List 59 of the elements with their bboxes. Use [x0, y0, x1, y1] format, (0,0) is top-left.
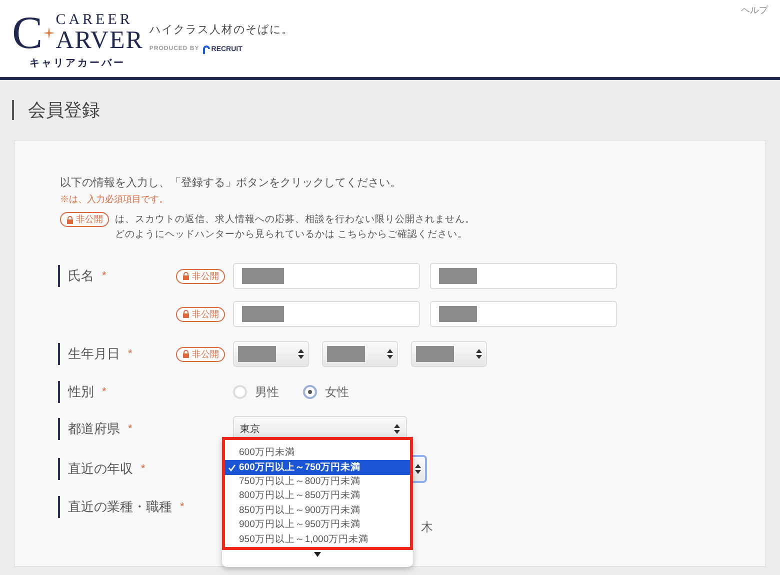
field-label: 直近の年収 — [68, 460, 133, 478]
updown-arrows-icon — [476, 349, 482, 359]
updown-arrows-icon — [298, 349, 304, 359]
page-title: 会員登録 — [12, 100, 100, 120]
compass-star-icon — [42, 27, 55, 39]
field-label: 直近の業種・職種 — [68, 498, 172, 516]
dropdown-option[interactable]: 750万円以上～800万円未満 — [225, 474, 410, 490]
select-field[interactable] — [322, 341, 398, 367]
dropdown-option[interactable]: 950万円以上～1,000万円未満 — [225, 532, 410, 547]
arch-icon — [203, 45, 210, 54]
required-mark: * — [102, 268, 106, 284]
required-mark: * — [128, 346, 132, 362]
help-link[interactable]: ヘルプ — [741, 4, 768, 77]
required-mark: * — [141, 462, 146, 477]
logo-top-text: CAREER — [56, 13, 134, 28]
lock-icon — [182, 310, 190, 318]
lock-icon — [182, 350, 190, 358]
field-label: 性別 — [68, 383, 94, 402]
private-badge: 非公開 — [60, 212, 109, 227]
private-badge: 非公開 — [176, 346, 225, 362]
lock-icon — [182, 272, 190, 280]
check-icon — [228, 464, 236, 472]
dropdown-option[interactable]: 600万円未満 — [225, 446, 410, 460]
private-badge: 非公開 — [176, 306, 225, 322]
required-note: ※は、入力必須項目です。 — [60, 192, 169, 206]
radio-label: 男性 — [255, 384, 279, 401]
option-label: 木 — [421, 519, 433, 536]
text-input-field[interactable] — [430, 263, 617, 289]
logo-main-text: ARVER — [56, 28, 144, 53]
private-badge: 非公開 — [176, 268, 225, 284]
updown-arrows-icon — [387, 349, 393, 359]
required-mark: * — [180, 500, 184, 515]
radio-label: 女性 — [325, 384, 349, 401]
field-label: 生年月日 — [68, 345, 120, 364]
text-input-field[interactable] — [233, 301, 420, 327]
dropdown-option[interactable]: 600万円以上～750万円未満 — [225, 460, 410, 475]
lock-icon — [66, 216, 74, 224]
dropdown-option[interactable]: 850万円以上～900万円未満 — [225, 504, 410, 518]
select-field[interactable] — [233, 341, 309, 367]
required-mark: * — [102, 384, 106, 400]
radio-button[interactable] — [303, 385, 317, 399]
select-field[interactable] — [411, 341, 487, 367]
instruction-text: 以下の情報を入力し、「登録する」ボタンをクリックしてください。 — [60, 176, 402, 191]
text-input-field[interactable] — [233, 263, 420, 289]
dropdown-option[interactable]: 900万円以上～950万円未満 — [225, 518, 410, 533]
logo-initial: C — [12, 10, 43, 56]
updown-arrows-icon — [415, 464, 421, 474]
privacy-note: どのようにヘッドハンターから見られているかは こちらからご確認ください。 — [115, 228, 469, 242]
tagline: ハイクラス人材のそばに。 — [149, 23, 294, 38]
required-mark: * — [128, 422, 132, 437]
scroll-down-arrow-icon[interactable] — [314, 552, 321, 557]
field-label: 都道府県 — [68, 420, 120, 438]
privacy-note: は、スカウトの返信、求人情報への応募、相談を行わない限り公開されません。 — [115, 213, 475, 227]
radio-button[interactable] — [233, 385, 247, 399]
updown-arrows-icon — [394, 424, 400, 434]
dropdown-option[interactable]: 800万円以上～850万円未満 — [225, 489, 410, 504]
field-label: 氏名 — [68, 267, 94, 286]
logo-kana: キャリアカーバー — [30, 57, 126, 71]
text-input-field[interactable] — [430, 301, 617, 327]
